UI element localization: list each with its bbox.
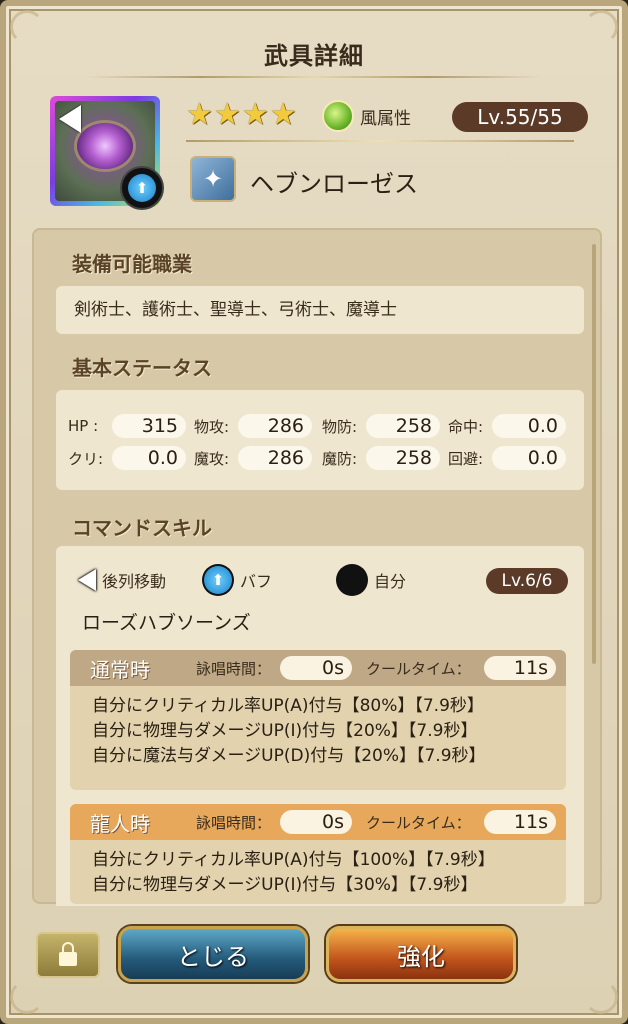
attribute-label: 風属性	[360, 108, 411, 129]
arrow-up-icon: ⬆	[204, 566, 232, 594]
star-icon: ★	[213, 97, 241, 132]
star-icon: ★	[186, 97, 213, 132]
stat-mag-def: 魔防: 258	[322, 446, 440, 470]
skill-tag-label: バフ	[240, 572, 273, 591]
effect-line: 自分に物理与ダメージUP(I)付与【30%】【7.9秒】	[92, 875, 478, 895]
close-button[interactable]: とじる	[118, 926, 308, 982]
stat-accuracy: 命中: 0.0	[448, 414, 566, 438]
skill-tag-back-row: 後列移動	[78, 568, 166, 592]
stat-phys-def: 物防: 258	[322, 414, 440, 438]
stats-box: HP : 315 物攻: 286 物防: 258 命中: 0.0 クリ: 0.0…	[56, 390, 584, 490]
normal-effects: 自分にクリティカル率UP(A)付与【80%】【7.9秒】 自分に物理与ダメージU…	[70, 686, 566, 769]
stat-hp: HP : 315	[68, 414, 186, 438]
stat-label: 物防:	[322, 417, 358, 436]
stat-value: 286	[238, 446, 312, 470]
cast-time-label: 詠唱時間：	[196, 813, 272, 832]
section-title-skill: コマンドスキル	[72, 516, 212, 540]
arrow-up-icon: ⬆	[128, 174, 156, 202]
cooldown-value: 11s	[484, 656, 556, 680]
cooldown-label: クールタイム：	[366, 813, 471, 832]
stat-label: 命中:	[448, 417, 484, 436]
level-badge: Lv.55/55	[452, 102, 588, 132]
stat-crit: クリ: 0.0	[68, 446, 186, 470]
header-divider	[186, 140, 574, 142]
title-divider	[86, 76, 542, 78]
stat-phys-atk: 物攻: 286	[194, 414, 312, 438]
lock-button[interactable]	[36, 932, 100, 978]
dragon-mode-box: 龍人時 詠唱時間： 0s クールタイム： 11s 自分にクリティカル率UP(A)…	[70, 804, 566, 904]
skill-level-badge: Lv.6/6	[486, 568, 568, 594]
self-target-icon	[336, 564, 368, 596]
lock-icon	[59, 942, 77, 966]
rarity-stars: ★ ★ ★ ★	[186, 100, 297, 130]
stat-mag-atk: 魔攻: 286	[194, 446, 312, 470]
stat-label: 魔攻:	[194, 449, 230, 468]
skill-tag-label: 後列移動	[102, 572, 167, 591]
effect-line: 自分にクリティカル率UP(A)付与【100%】【7.9秒】	[92, 850, 495, 870]
skill-tag-self: 自分	[336, 564, 406, 596]
star-icon: ★	[269, 97, 297, 132]
stat-label: HP :	[68, 417, 99, 435]
upgrade-button[interactable]: 強化	[326, 926, 516, 982]
weapon-icon[interactable]: ⬆	[50, 96, 164, 210]
effect-line: 自分に魔法与ダメージUP(D)付与【20%】【7.9秒】	[92, 746, 486, 766]
attribute: 風属性	[322, 100, 411, 132]
stat-label: 回避:	[448, 449, 484, 468]
cast-time-value: 0s	[280, 810, 352, 834]
cast-time-value: 0s	[280, 656, 352, 680]
stat-value: 0.0	[492, 446, 566, 470]
back-row-move-icon	[59, 105, 81, 133]
normal-mode-box: 通常時 詠唱時間： 0s クールタイム： 11s 自分にクリティカル率UP(A)…	[70, 650, 566, 790]
buff-badge: ⬆	[120, 166, 164, 210]
buff-icon: ⬆	[202, 564, 234, 596]
dragon-effects: 自分にクリティカル率UP(A)付与【100%】【7.9秒】 自分に物理与ダメージ…	[70, 840, 566, 898]
dialog-title: 武具詳細	[264, 42, 364, 70]
equippable-jobs: 剣術士、護術士、聖導士、弓術士、魔導士	[56, 286, 584, 334]
stat-value: 258	[366, 414, 440, 438]
cooldown-value: 11s	[484, 810, 556, 834]
stat-value: 258	[366, 446, 440, 470]
corner-ornament	[10, 980, 44, 1014]
weapon-name: ヘブンローゼス	[250, 170, 418, 198]
stat-value: 286	[238, 414, 312, 438]
wind-attribute-icon	[322, 100, 354, 132]
weapon-detail-dialog: 武具詳細 ⬆ ★ ★ ★ ★ 風属性 Lv.55/55 ✦ ヘブンローゼス 装備…	[0, 0, 628, 1024]
stat-value: 0.0	[492, 414, 566, 438]
scrollbar[interactable]	[592, 244, 596, 664]
stat-value: 315	[112, 414, 186, 438]
stat-label: クリ:	[68, 449, 104, 468]
effect-line: 自分に物理与ダメージUP(I)付与【20%】【7.9秒】	[92, 721, 478, 741]
corner-ornament	[584, 980, 618, 1014]
star-icon: ★	[241, 97, 269, 132]
stat-label: 魔防:	[322, 449, 358, 468]
back-row-move-icon	[78, 569, 96, 591]
skill-tag-buff: ⬆ バフ	[202, 564, 272, 596]
effect-line: 自分にクリティカル率UP(A)付与【80%】【7.9秒】	[92, 696, 484, 716]
skill-tag-label: 自分	[374, 572, 407, 591]
section-title-jobs: 装備可能職業	[72, 252, 192, 276]
mode-label: 龍人時	[90, 811, 150, 836]
stat-label: 物攻:	[194, 417, 230, 436]
stat-value: 0.0	[112, 446, 186, 470]
rose-image	[77, 123, 133, 169]
weapon-type-icon: ✦	[190, 156, 236, 202]
section-title-stats: 基本ステータス	[72, 356, 212, 380]
dragon-mode-header: 龍人時 詠唱時間： 0s クールタイム： 11s	[70, 804, 566, 840]
mode-label: 通常時	[90, 657, 150, 682]
cast-time-label: 詠唱時間：	[196, 659, 272, 678]
normal-mode-header: 通常時 詠唱時間： 0s クールタイム： 11s	[70, 650, 566, 686]
skill-name: ローズハブソーンズ	[82, 612, 251, 634]
cooldown-label: クールタイム：	[366, 659, 471, 678]
stat-evasion: 回避: 0.0	[448, 446, 566, 470]
